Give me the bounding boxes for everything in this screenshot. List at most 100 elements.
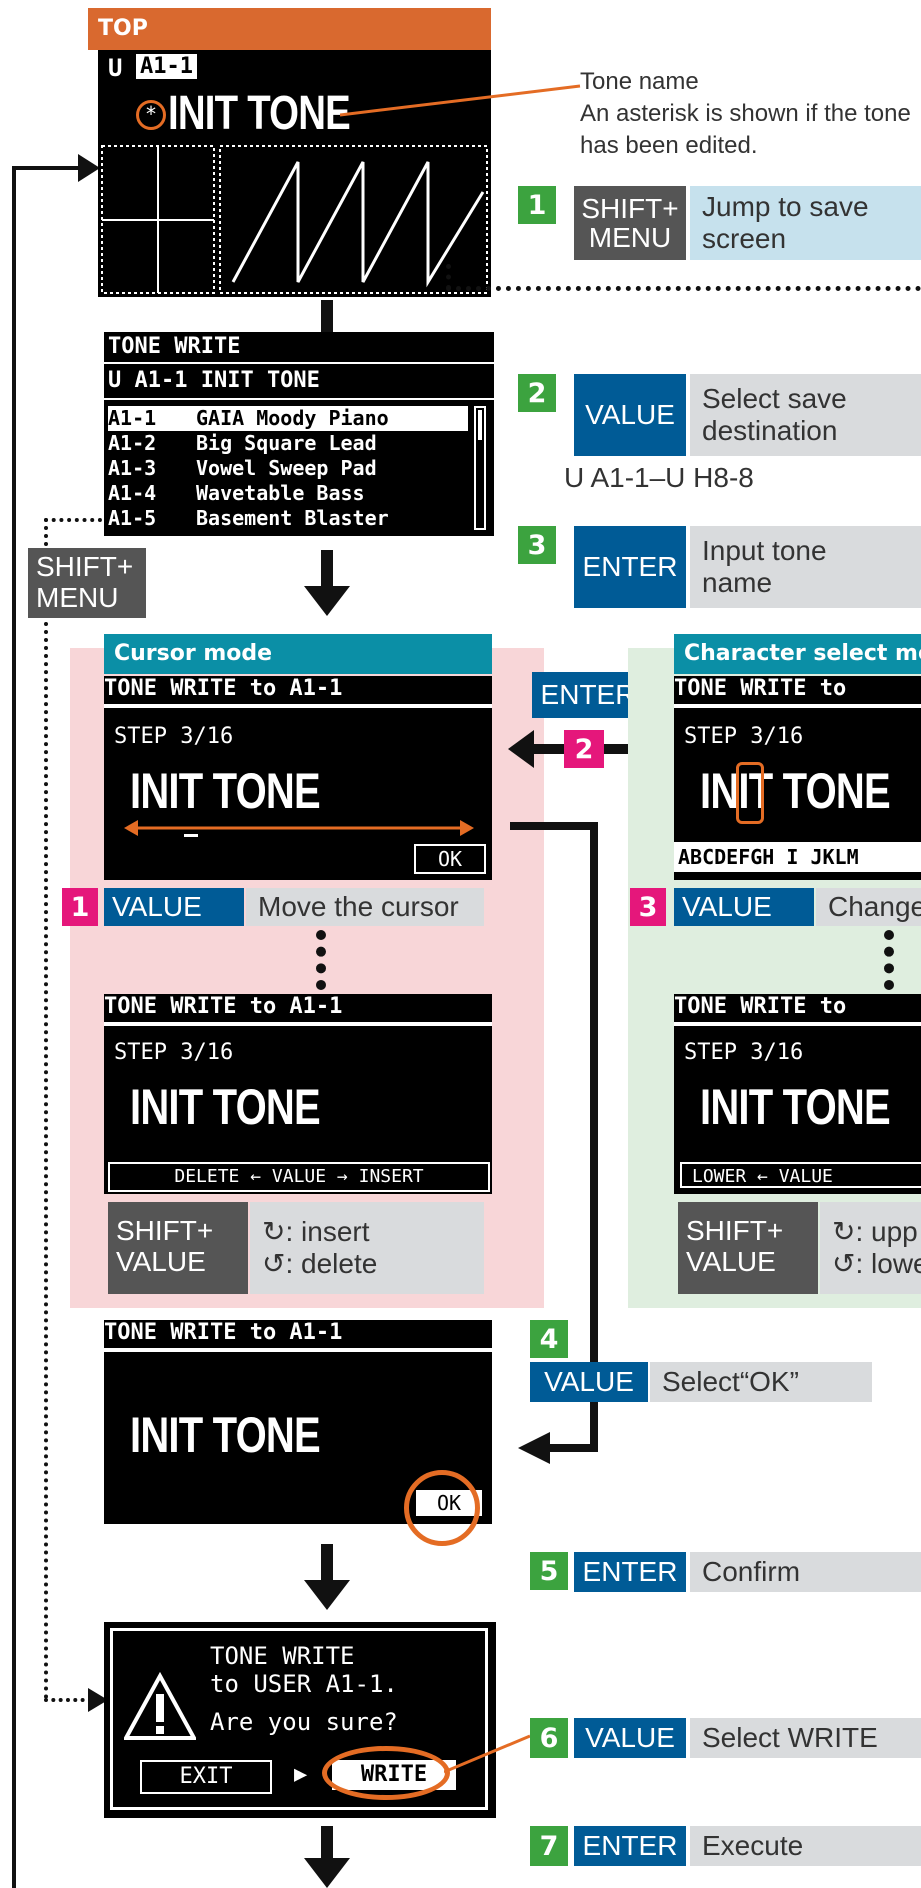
step-3-desc: Input tone name [690,526,921,608]
char-shift-line1: SHIFT+ [686,1215,784,1246]
cursor-mode-title: TONE WRITE to A1-1 [104,676,492,703]
char-mode-label: Character select mode [674,634,921,674]
cursor-mode-label: Cursor mode [104,634,492,674]
step-2-num: 2 [518,374,556,412]
list-item[interactable]: A1-4 Wavetable Bass [108,481,468,506]
list-scrollbar[interactable] [474,406,486,530]
step-6-desc: Select WRITE [690,1718,921,1758]
confirm-title: TONE WRITE to A1-1 [104,1320,492,1347]
step-7-desc: Execute [690,1826,921,1866]
step-1-key: SHIFT+ MENU [574,186,686,260]
asterisk-marker: * [136,100,166,130]
char-lower-screen: TONE WRITE to STEP 3/16 INIT TONE LOWER … [674,994,921,1194]
connector-arrow-head [518,1432,550,1464]
tone-write-title: TONE WRITE [108,334,241,359]
step-6-key: VALUE [574,1718,686,1758]
char-cursor-highlight [736,762,764,824]
step-2-desc-line1: Select save [702,382,847,414]
cursor-sub-desc: Move the cursor [246,888,484,926]
char-sub-num: 3 [630,888,666,926]
char-shift-line2: VALUE [686,1245,776,1277]
char-lower-step: STEP 3/16 [684,1040,804,1065]
mid-num: 2 [564,730,604,768]
cursor-mode-step: STEP 3/16 [114,724,234,749]
step-4-desc: Select“OK” [650,1362,872,1402]
char-lower-row: ↺: lowe [832,1248,921,1279]
step-3-desc-line2: name [702,567,773,598]
step-2-range: U A1-1–U H8-8 [564,462,754,493]
top-waveform [101,145,488,294]
cursor-shift-desc: ↻: insert ↺: delete [250,1202,484,1294]
shift-menu-dotted-h [44,518,102,522]
cursor-mode-ok-button[interactable]: OK [414,844,486,874]
char-shift-desc: ↻: upp ↺: lowe [820,1202,921,1294]
cursor-sub-key: VALUE [104,888,244,926]
cursor-delete-step: STEP 3/16 [114,1040,234,1065]
step-2-desc-line2: destination [702,415,838,446]
list-item[interactable]: A1-1 GAIA Moody Piano [108,406,468,431]
shift-menu-line1: SHIFT+ [36,551,134,582]
tone-name-callout [340,84,581,117]
char-mode-title: TONE WRITE to [674,676,921,703]
step-4-num: 4 [530,1320,568,1358]
dialog-pointer-icon: ▶ [294,1762,308,1787]
cursor-dots [316,930,326,990]
char-sub-key: VALUE [674,888,814,926]
shift-menu-dotted-v [44,518,48,1700]
cursor-insert-row: ↻: insert [262,1215,370,1247]
step-1-desc-line1: Jump to save [702,190,869,222]
step-1-key-line1: SHIFT+ [581,192,679,224]
tone-list: A1-1 GAIA Moody Piano A1-2 Big Square Lead… [108,406,468,531]
char-lower-title: TONE WRITE to [674,994,921,1021]
annot-asterisk-2: has been edited. [580,132,758,159]
char-sub-desc: Change [816,888,921,926]
loop-arrow-head [78,154,100,182]
rotate-left-icon: ↺ [832,1248,856,1279]
step-5-num: 5 [530,1552,568,1590]
tone-write-screen: TONE WRITE U A1-1 INIT TONE A1-1 GAIA Moo… [104,332,494,536]
step-4-key: VALUE [530,1362,648,1402]
char-mode-tone: INIT TONE [700,763,891,819]
step-7-key: ENTER [574,1826,686,1866]
dialog-line1: TONE WRITE [210,1642,355,1670]
cursor-shift-line2: VALUE [116,1245,206,1277]
dialog-line2: to USER A1-1. [210,1670,398,1698]
connector-h1 [510,822,598,830]
connector-v [590,822,598,1452]
char-lower-footer: LOWER ← VALUE [680,1162,921,1188]
warning-icon [124,1672,196,1740]
list-item[interactable]: A1-3 Vowel Sweep Pad [108,456,468,481]
top-header-patch: A1-1 [136,54,197,79]
dialog-line3: Are you sure? [210,1708,398,1736]
cursor-delete-tone: INIT TONE [130,1079,321,1135]
connector-h2 [548,1444,598,1452]
list-item[interactable]: A1-5 Basement Blaster [108,506,468,531]
step-3-key: ENTER [574,526,686,608]
ok-highlight-circle [404,1470,480,1546]
cursor-shift-key: SHIFT+ VALUE [108,1202,248,1294]
top-label: TOP [88,8,491,50]
step-1-key-line2: MENU [588,222,672,253]
char-mode-chars: ABCDEFGH I JKLM [674,842,921,872]
shortcut-dotted-h [446,286,921,291]
rotate-right-icon: ↻ [262,1215,286,1247]
list-item[interactable]: A1-2 Big Square Lead [108,431,468,456]
down-arrow-2 [304,550,350,616]
cursor-mode-tone: INIT TONE [130,763,321,819]
annot-tone-name: Tone name [580,68,699,95]
step-6-num: 6 [530,1718,568,1758]
cursor-range-arrow [124,820,474,837]
rotate-right-icon: ↻ [832,1215,856,1247]
shift-menu-line2: MENU [36,581,119,613]
step-1-num: 1 [518,186,556,224]
step-1-desc-line2: screen [702,223,787,254]
rotate-left-icon: ↺ [262,1248,286,1279]
cursor-delete-footer: DELETE ← VALUE → INSERT [108,1162,490,1192]
dialog-exit-button[interactable]: EXIT [140,1760,272,1794]
down-arrow-3 [304,1544,350,1610]
confirm-tone: INIT TONE [130,1407,321,1463]
char-shift-key: SHIFT+ VALUE [678,1202,818,1294]
step-2-desc: Select save destination [690,374,921,456]
shift-menu-dotted-h2 [44,1698,92,1702]
step-3-desc-line1: Input tone [702,534,827,566]
